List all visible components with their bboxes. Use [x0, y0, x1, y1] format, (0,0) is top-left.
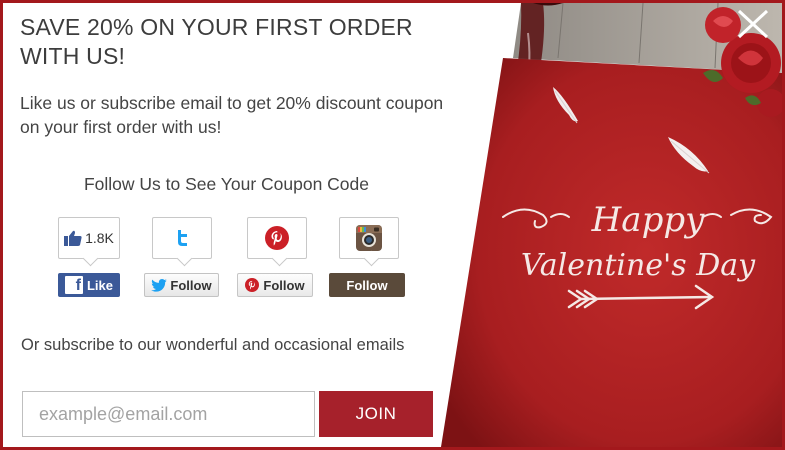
twitter-widget: Follow — [144, 217, 224, 299]
instagram-icon — [356, 225, 382, 251]
popup-headline: SAVE 20% ON YOUR FIRST ORDER WITH US! — [20, 14, 413, 69]
pinterest-icon — [265, 226, 289, 250]
close-icon — [737, 9, 769, 39]
instagram-bubble — [339, 217, 399, 259]
instagram-follow-button[interactable]: Follow — [329, 273, 405, 297]
pinterest-small-icon — [245, 278, 260, 292]
twitter-follow-button[interactable]: Follow — [144, 273, 219, 297]
thumbs-up-icon — [64, 230, 82, 246]
facebook-like-label: Like — [86, 277, 113, 293]
facebook-widget: 1.8K f Like — [58, 217, 138, 299]
banner-valentines-text: Valentine's Day — [521, 248, 756, 283]
popup-subtext: Like us or subscribe email to get 20% di… — [20, 93, 444, 137]
pinterest-widget: Follow — [237, 217, 317, 299]
feather-2 — [668, 137, 710, 174]
banner-happy-text: Happy — [591, 200, 705, 240]
pinterest-follow-label: Follow — [263, 277, 305, 293]
facebook-icon: f — [64, 276, 83, 294]
subscribe-text: Or subscribe to our wonderful and occasi… — [21, 336, 405, 354]
facebook-like-count: 1.8K — [85, 230, 114, 246]
arrow-decoration — [567, 284, 715, 310]
twitter-follow-label: Follow — [170, 277, 212, 293]
twitter-t-icon — [172, 228, 192, 248]
pinterest-bubble — [247, 217, 307, 259]
email-field[interactable] — [22, 391, 315, 437]
close-button[interactable] — [731, 5, 775, 45]
instagram-widget: Follow — [329, 217, 409, 299]
pinterest-follow-button[interactable]: Follow — [237, 273, 313, 297]
popup-content: SAVE 20% ON YOUR FIRST ORDER WITH US! Li… — [3, 3, 483, 447]
valentines-lettering — [502, 208, 773, 229]
coupon-popup: SAVE 20% ON YOUR FIRST ORDER WITH US! Li… — [0, 0, 785, 450]
feather-1 — [553, 87, 578, 124]
twitter-bubble — [152, 217, 212, 259]
red-table-cloth — [441, 58, 782, 447]
instagram-follow-label: Follow — [346, 277, 388, 293]
twitter-bird-icon — [151, 278, 168, 292]
facebook-like-button[interactable]: f Like — [58, 273, 120, 297]
follow-title: Follow Us to See Your Coupon Code — [83, 174, 370, 194]
wine-glass — [508, 3, 545, 113]
facebook-count-box: 1.8K — [58, 217, 120, 259]
join-button[interactable]: JOIN — [319, 391, 433, 437]
